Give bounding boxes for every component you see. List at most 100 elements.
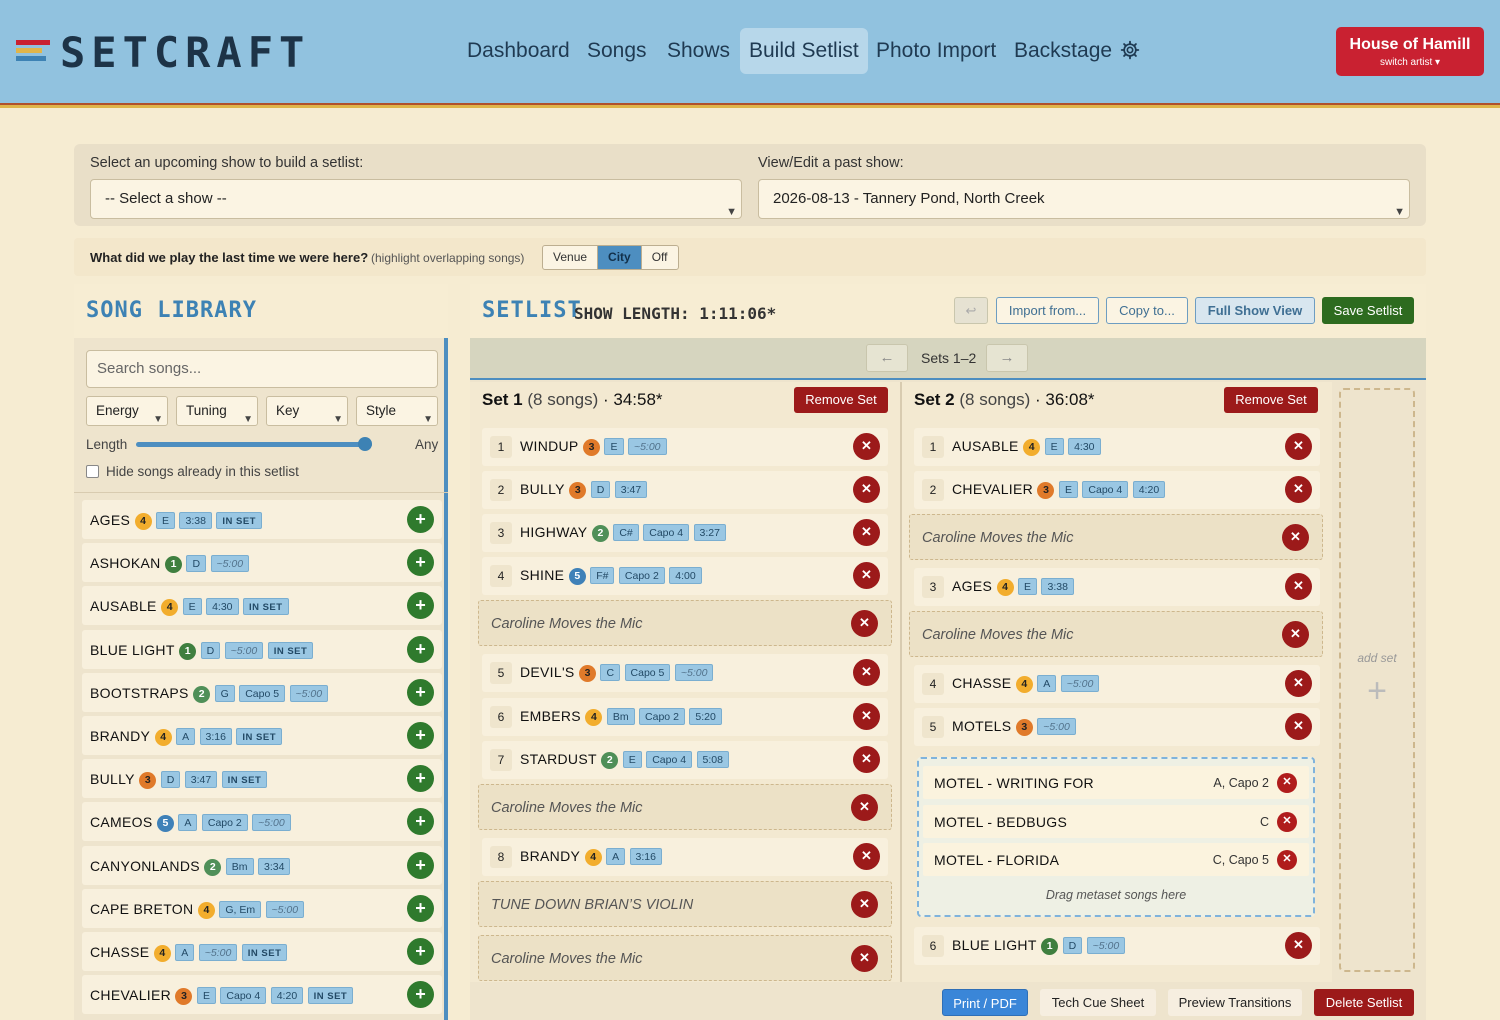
setlist-song-row[interactable]: 5 DEVIL'S 3 C Capo 5 ~5:00 ✕ (482, 654, 888, 692)
nav-dashboard[interactable]: Dashboard (458, 28, 579, 74)
import-from-button[interactable]: Import from... (996, 297, 1099, 324)
setlist-song-row[interactable]: 1 AUSABLE 4 E 4:30 ✕ (914, 428, 1320, 466)
delete-setlist-button[interactable]: Delete Setlist (1314, 989, 1414, 1016)
remove-song-button[interactable]: ✕ (1285, 573, 1312, 600)
tech-cue-sheet-button[interactable]: Tech Cue Sheet (1040, 989, 1156, 1016)
remove-song-button[interactable]: ✕ (1285, 670, 1312, 697)
nav-photo-import[interactable]: Photo Import (867, 28, 1005, 74)
add-song-button[interactable]: + (407, 635, 434, 663)
add-song-button[interactable]: + (407, 722, 434, 749)
library-song-row[interactable]: BRANDY 4 A 3:16 IN SET + (82, 716, 442, 755)
remove-song-button[interactable]: ✕ (853, 476, 880, 503)
cue-note-row[interactable]: Caroline Moves the Mic ✕ (909, 514, 1323, 560)
brand-wordmark[interactable]: SETCRAFT (60, 28, 310, 78)
overlap-option-off[interactable]: Off (642, 246, 678, 269)
nav-songs[interactable]: Songs (578, 28, 656, 74)
undo-button[interactable]: ↩ (954, 297, 988, 324)
library-song-row[interactable]: CAPE BRETON 4 G, Em ~5:00 + (82, 888, 442, 928)
save-setlist-button[interactable]: Save Setlist (1322, 297, 1414, 324)
remove-note-button[interactable]: ✕ (851, 610, 878, 637)
library-song-row[interactable]: CHASSE 4 A ~5:00 IN SET + (82, 932, 442, 971)
setlist-song-row[interactable]: 6 EMBERS 4 Bm Capo 2 5:20 ✕ (482, 698, 888, 736)
library-song-row[interactable]: BLUE LIGHT 1 D ~5:00 IN SET + (82, 629, 442, 669)
remove-set-2-button[interactable]: Remove Set (1224, 387, 1318, 413)
remove-set-1-button[interactable]: Remove Set (794, 387, 888, 413)
add-song-button[interactable]: + (407, 549, 434, 577)
add-song-button[interactable]: + (407, 506, 434, 533)
print-pdf-button[interactable]: Print / PDF (942, 989, 1028, 1016)
nav-backstage[interactable]: Backstage (1005, 28, 1149, 74)
remove-note-button[interactable]: ✕ (851, 945, 878, 972)
cue-note-row[interactable]: TUNE DOWN BRIAN’S VIOLIN ✕ (478, 881, 892, 927)
remove-song-button[interactable]: ✕ (853, 703, 880, 730)
setlist-song-row[interactable]: 6 BLUE LIGHT 1 D ~5:00 ✕ (914, 927, 1320, 965)
plus-icon[interactable]: + (1339, 672, 1415, 711)
library-song-row[interactable]: BOOTSTRAPS 2 G Capo 5 ~5:00 + (82, 672, 442, 712)
key-filter[interactable]: Key ▼ (266, 396, 348, 426)
add-song-button[interactable]: + (407, 765, 434, 793)
remove-song-button[interactable]: ✕ (853, 843, 880, 870)
overlap-option-venue[interactable]: Venue (543, 246, 599, 269)
library-song-row[interactable]: CHEVALIER 3 E Capo 4 4:20 IN SET + (82, 975, 442, 1015)
metaset-song-row[interactable]: MOTEL - BEDBUGS C ✕ (923, 804, 1309, 838)
remove-note-button[interactable]: ✕ (851, 794, 878, 821)
metaset-song-row[interactable]: MOTEL - FLORIDA C, Capo 5 ✕ (923, 843, 1309, 876)
copy-to-button[interactable]: Copy to... (1106, 297, 1188, 324)
remove-song-button[interactable]: ✕ (853, 562, 880, 589)
library-song-row[interactable]: AUSABLE 4 E 4:30 IN SET + (82, 586, 442, 626)
remove-song-button[interactable]: ✕ (1285, 433, 1312, 460)
add-song-button[interactable]: + (407, 981, 434, 1009)
library-song-row[interactable]: CAMEOS 5 A Capo 2 ~5:00 + (82, 802, 442, 842)
hide-songs-checkbox[interactable] (86, 465, 99, 478)
library-song-row[interactable]: BULLY 3 D 3:47 IN SET + (82, 759, 442, 799)
energy-filter[interactable]: Energy ▼ (86, 396, 168, 426)
style-filter[interactable]: Style ▼ (356, 396, 438, 426)
add-song-button[interactable]: + (407, 938, 434, 965)
library-song-row[interactable]: ASHOKAN 1 D ~5:00 + (82, 543, 442, 583)
past-show-select[interactable]: 2026-08-13 - Tannery Pond, North Creek ▼ (758, 179, 1410, 219)
cue-note-row[interactable]: Caroline Moves the Mic ✕ (478, 935, 892, 981)
overlap-option-city[interactable]: City (598, 246, 642, 269)
remove-note-button[interactable]: ✕ (1282, 621, 1309, 648)
setlist-song-row[interactable]: 7 STARDUST 2 E Capo 4 5:08 ✕ (482, 741, 888, 779)
add-song-button[interactable]: + (407, 808, 434, 836)
library-song-row[interactable]: AGES 4 E 3:38 IN SET + (82, 500, 442, 539)
remove-note-button[interactable]: ✕ (1282, 524, 1309, 551)
setlist-song-row[interactable]: 2 BULLY 3 D 3:47 ✕ (482, 471, 888, 509)
remove-song-button[interactable]: ✕ (853, 659, 880, 686)
next-sets-button[interactable]: → (986, 344, 1028, 372)
library-song-row[interactable]: CANYONLANDS 2 Bm 3:34 + (82, 845, 442, 885)
remove-song-button[interactable]: ✕ (853, 746, 880, 773)
setlist-song-row[interactable]: 1 WINDUP 3 E ~5:00 ✕ (482, 428, 888, 466)
remove-metaset-song-button[interactable]: ✕ (1277, 811, 1297, 832)
setlist-song-row[interactable]: 4 SHINE 5 F# Capo 2 4:00 ✕ (482, 557, 888, 595)
tuning-filter[interactable]: Tuning ▼ (176, 396, 258, 426)
setlist-song-row[interactable]: 8 BRANDY 4 A 3:16 ✕ (482, 838, 888, 876)
cue-note-row[interactable]: Caroline Moves the Mic ✕ (909, 611, 1323, 657)
remove-metaset-song-button[interactable]: ✕ (1277, 773, 1297, 793)
remove-metaset-song-button[interactable]: ✕ (1277, 850, 1297, 870)
setlist-song-row[interactable]: 5 MOTELS 3 ~5:00 ✕ (914, 708, 1320, 746)
song-search-input[interactable]: Search songs... (86, 350, 438, 388)
metaset-song-row[interactable]: MOTEL - WRITING FOR A, Capo 2 ✕ (923, 766, 1309, 799)
cue-note-row[interactable]: Caroline Moves the Mic ✕ (478, 784, 892, 830)
remove-song-button[interactable]: ✕ (1285, 476, 1312, 503)
nav-shows[interactable]: Shows (658, 28, 739, 74)
length-slider[interactable] (136, 442, 372, 447)
setlist-song-row[interactable]: 3 HIGHWAY 2 C# Capo 4 3:27 ✕ (482, 514, 888, 552)
add-song-button[interactable]: + (407, 678, 434, 706)
setlist-song-row[interactable]: 3 AGES 4 E 3:38 ✕ (914, 568, 1320, 606)
add-song-button[interactable]: + (407, 592, 434, 620)
remove-song-button[interactable]: ✕ (1285, 713, 1312, 740)
cue-note-row[interactable]: Caroline Moves the Mic ✕ (478, 600, 892, 646)
add-song-button[interactable]: + (407, 894, 434, 922)
full-show-view-button[interactable]: Full Show View (1195, 297, 1315, 324)
remove-song-button[interactable]: ✕ (853, 519, 880, 546)
prev-sets-button[interactable]: ← (866, 344, 908, 372)
add-song-button[interactable]: + (407, 851, 434, 879)
remove-song-button[interactable]: ✕ (853, 433, 880, 460)
length-slider-handle[interactable] (358, 437, 372, 451)
setlist-song-row[interactable]: 2 CHEVALIER 3 E Capo 4 4:20 ✕ (914, 471, 1320, 509)
preview-transitions-button[interactable]: Preview Transitions (1168, 989, 1302, 1016)
setlist-song-row[interactable]: 4 CHASSE 4 A ~5:00 ✕ (914, 665, 1320, 703)
